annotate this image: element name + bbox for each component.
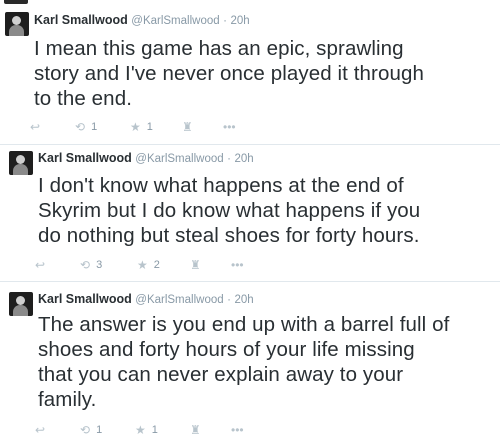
more-button[interactable]: ••• <box>231 423 244 437</box>
tweet-text: I mean this game has an epic, sprawling … <box>34 36 424 111</box>
tweet-header: Karl Smallwood @KarlSmallwood · 20h <box>38 291 254 308</box>
retweet-button[interactable]: ⟲ 1 <box>80 423 102 437</box>
favorite-count: 1 <box>151 424 158 436</box>
favorite-count: 2 <box>153 259 160 271</box>
reply-icon: ↩ <box>30 120 41 134</box>
retweet-icon: ⟲ <box>80 258 91 272</box>
author-name[interactable]: Karl Smallwood <box>38 292 132 306</box>
tweet-text-line: do nothing but steal shoes for forty hou… <box>38 224 420 247</box>
tweet-text-line: I don't know what happens at the end of <box>38 174 404 197</box>
tweet[interactable]: Karl Smallwood @KarlSmallwood · 20h I do… <box>0 145 500 282</box>
tweet-text-line: to the end. <box>34 87 132 110</box>
tweet[interactable]: Karl Smallwood @KarlSmallwood · 20h I me… <box>0 0 500 145</box>
tweet-header: Karl Smallwood @KarlSmallwood · 20h <box>34 12 250 29</box>
author-handle[interactable]: @KarlSmallwood <box>135 153 223 165</box>
author-handle[interactable]: @KarlSmallwood <box>131 15 219 27</box>
time-separator: · <box>227 153 231 165</box>
tweet-text: I don't know what happens at the end of … <box>38 173 420 248</box>
reply-icon: ↩ <box>35 423 46 437</box>
reply-icon: ↩ <box>35 258 46 272</box>
more-icon: ••• <box>231 423 244 437</box>
retweet-count: 1 <box>91 121 98 133</box>
retweet-button[interactable]: ⟲ 3 <box>80 258 102 272</box>
pocket-button[interactable]: ♜ <box>190 423 201 437</box>
favorite-button[interactable]: ★ 1 <box>135 423 158 437</box>
tweet-time[interactable]: 20h <box>234 153 253 165</box>
avatar[interactable] <box>9 292 33 316</box>
tweet-header: Karl Smallwood @KarlSmallwood · 20h <box>38 150 254 167</box>
star-icon: ★ <box>130 120 141 134</box>
time-separator: · <box>227 294 231 306</box>
pocket-icon: ♜ <box>190 423 201 437</box>
avatar[interactable] <box>5 12 29 36</box>
favorite-button[interactable]: ★ 2 <box>137 258 160 272</box>
author-handle[interactable]: @KarlSmallwood <box>135 294 223 306</box>
pocket-icon: ♜ <box>190 258 201 272</box>
favorite-button[interactable]: ★ 1 <box>130 120 153 134</box>
retweet-count: 3 <box>96 259 103 271</box>
tweet-time[interactable]: 20h <box>234 294 253 306</box>
more-button[interactable]: ••• <box>231 258 244 272</box>
retweet-button[interactable]: ⟲ 1 <box>75 120 97 134</box>
more-icon: ••• <box>231 258 244 272</box>
pocket-icon: ♜ <box>182 120 193 134</box>
author-name[interactable]: Karl Smallwood <box>38 151 132 165</box>
more-icon: ••• <box>223 120 236 134</box>
tweet-text-line: I mean this game has an epic, sprawling <box>34 37 404 60</box>
tweet-text: The answer is you end up with a barrel f… <box>38 312 449 412</box>
reply-button[interactable]: ↩ <box>35 258 45 272</box>
tweet-text-line: family. <box>38 388 97 411</box>
more-button[interactable]: ••• <box>223 120 236 134</box>
time-separator: · <box>223 15 227 27</box>
star-icon: ★ <box>135 423 146 437</box>
tweet[interactable]: Karl Smallwood @KarlSmallwood · 20h The … <box>0 282 500 446</box>
tweet-text-line: story and I've never once played it thro… <box>34 62 424 85</box>
reply-button[interactable]: ↩ <box>30 120 40 134</box>
author-name[interactable]: Karl Smallwood <box>34 13 128 27</box>
avatar[interactable] <box>9 151 33 175</box>
tweet-text-line: The answer is you end up with a barrel f… <box>38 313 450 336</box>
reply-button[interactable]: ↩ <box>35 423 45 437</box>
pocket-button[interactable]: ♜ <box>182 120 193 134</box>
tweet-text-line: that you can never explain away to your <box>38 363 404 386</box>
star-icon: ★ <box>137 258 148 272</box>
retweet-count: 1 <box>96 424 103 436</box>
pocket-button[interactable]: ♜ <box>190 258 201 272</box>
favorite-count: 1 <box>146 121 153 133</box>
retweet-icon: ⟲ <box>80 423 91 437</box>
tweet-time[interactable]: 20h <box>230 15 249 27</box>
retweet-icon: ⟲ <box>75 120 86 134</box>
tweet-text-line: shoes and forty hours of your life missi… <box>38 338 415 361</box>
tweet-text-line: Skyrim but I do know what happens if you <box>38 199 421 222</box>
